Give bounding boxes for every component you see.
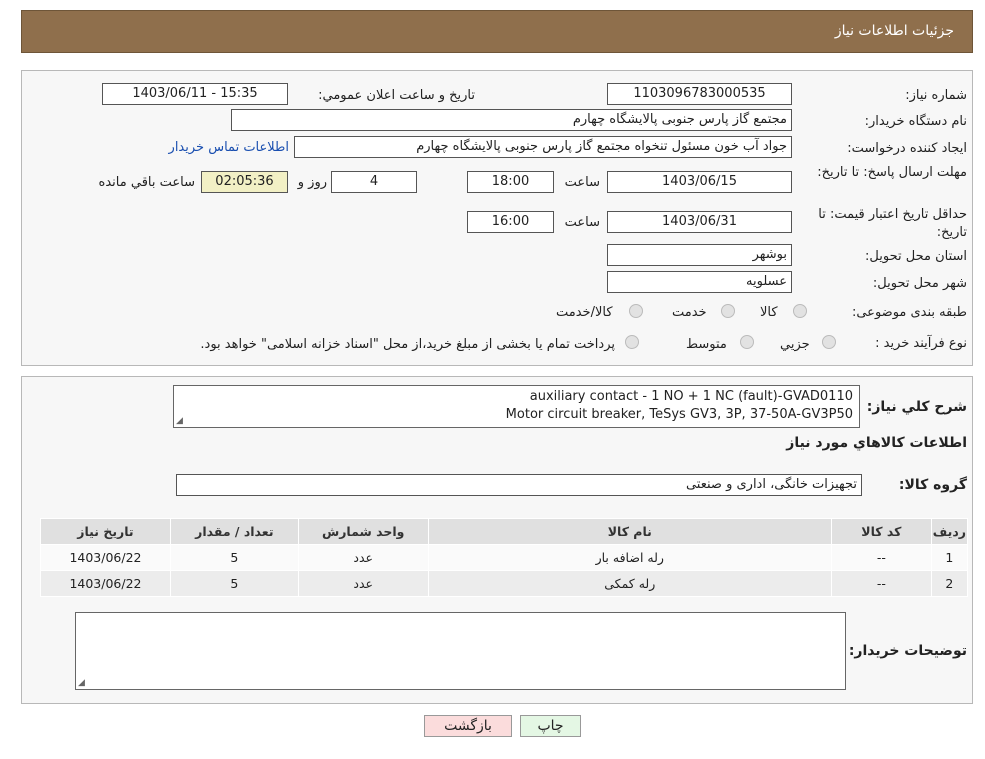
requester-label: ايجاد کننده درخواست:	[847, 141, 967, 156]
items-table: رديف کد کالا نام کالا واحد شمارش تعداد /…	[40, 518, 969, 597]
cell-quantity: 5	[169, 544, 299, 571]
payment-note: پرداخت تمام یا بخشی از مبلغ خرید،از محل …	[200, 337, 615, 352]
cell-name: رله کمکی	[427, 570, 832, 597]
category-radio-goods[interactable]	[793, 304, 807, 318]
need-number-field: 1103096783000535	[607, 83, 792, 105]
cell-date: 1403/06/22	[40, 544, 171, 571]
goods-group-label: گروه کالا:	[898, 477, 967, 493]
table-row: 1 -- رله اضافه بار عدد 5 1403/06/22	[40, 544, 969, 571]
announce-field: 1403/06/11 - 15:35	[102, 83, 288, 105]
category-label: طبقه بندی موضوعی:	[851, 305, 967, 320]
table-header-row: رديف کد کالا نام کالا واحد شمارش تعداد /…	[40, 518, 969, 545]
deadline-time-label: ساعت	[564, 175, 600, 190]
contact-info-link[interactable]: اطلاعات تماس خريدار	[169, 140, 289, 155]
col-header-date: تاريخ نياز	[40, 518, 171, 545]
category-option-service: خدمت	[672, 305, 707, 320]
col-header-unit: واحد شمارش	[297, 518, 429, 545]
city-label: شهر محل تحویل:	[872, 276, 967, 291]
summary-line-1: auxiliary contact - 1 NO + 1 NC (fault)-…	[529, 389, 853, 404]
table-row: 2 -- رله کمکی عدد 5 1403/06/22	[40, 570, 969, 597]
cell-unit: عدد	[297, 570, 429, 597]
need-number-label: شماره نیاز:	[905, 88, 967, 103]
resize-grip-icon[interactable]: ◢	[176, 417, 184, 426]
validity-time-label: ساعت	[564, 215, 600, 230]
buyer-org-field: مجتمع گاز پارس جنوبی پالایشگاه چهارم	[231, 109, 792, 131]
back-button[interactable]: بازگشت	[424, 715, 512, 737]
remaining-label: ساعت باقي مانده	[98, 175, 195, 190]
process-radio-medium[interactable]	[740, 335, 754, 349]
cell-code: --	[830, 544, 932, 571]
requester-field: جواد آب خون مسئول تنخواه مجتمع گاز پارس …	[294, 136, 792, 158]
cell-unit: عدد	[297, 544, 429, 571]
deadline-time-field: 18:00	[467, 171, 554, 193]
summary-line-2: Motor circuit breaker, TeSys GV3, 3P, 37…	[505, 407, 853, 422]
validity-date-field: 1403/06/31	[607, 211, 792, 233]
col-header-row-number: رديف	[930, 518, 969, 545]
notes-resize-grip-icon[interactable]: ◢	[78, 679, 86, 688]
process-label: نوع فرآیند خرید :	[875, 336, 967, 351]
cell-date: 1403/06/22	[40, 570, 171, 597]
print-button[interactable]: چاپ	[520, 715, 581, 737]
category-option-goods-service: کالا/خدمت	[556, 305, 613, 320]
buyer-org-label: نام دستگاه خريدار:	[864, 114, 967, 129]
validity-time-field: 16:00	[467, 211, 554, 233]
process-option-minor: جزيي	[780, 337, 810, 352]
province-field: بوشهر	[607, 244, 792, 266]
buyer-notes-label: توضيحات خريدار:	[848, 643, 967, 659]
col-header-name: نام کالا	[427, 518, 832, 545]
cell-name: رله اضافه بار	[427, 544, 832, 571]
province-label: استان محل تحویل:	[865, 249, 967, 264]
category-option-goods: کالا	[760, 305, 778, 320]
validity-label: حداقل تاريخ اعتبار قيمت: تا تاريخ:	[818, 207, 967, 240]
city-field: عسلویه	[607, 271, 792, 293]
deadline-date-field: 1403/06/15	[607, 171, 792, 193]
cell-row-number: 2	[930, 570, 969, 597]
page-header: جزئیات اطلاعات نیاز	[21, 10, 973, 53]
days-label: روز و	[297, 175, 327, 190]
col-header-quantity: تعداد / مقدار	[169, 518, 299, 545]
remaining-time-field: 02:05:36	[201, 171, 288, 193]
summary-textarea[interactable]: auxiliary contact - 1 NO + 1 NC (fault)-…	[173, 385, 860, 428]
deadline-label: مهلت ارسال پاسخ: تا تاریخ:	[817, 165, 967, 180]
announce-label: تاریخ و ساعت اعلان عمومي:	[318, 88, 475, 103]
goods-info-title: اطلاعات کالاهاي مورد نياز	[786, 435, 967, 451]
buyer-notes-textarea[interactable]	[75, 612, 846, 690]
cell-row-number: 1	[930, 544, 969, 571]
col-header-code: کد کالا	[830, 518, 932, 545]
category-radio-service[interactable]	[721, 304, 735, 318]
cell-code: --	[830, 570, 932, 597]
category-radio-goods-service[interactable]	[629, 304, 643, 318]
page-title: جزئیات اطلاعات نیاز	[834, 23, 954, 39]
summary-label: شرح کلي نياز:	[866, 399, 967, 415]
process-option-medium: متوسط	[686, 337, 727, 352]
goods-group-field: تجهیزات خانگی، اداری و صنعتی	[176, 474, 862, 496]
cell-quantity: 5	[169, 570, 299, 597]
process-radio-minor[interactable]	[822, 335, 836, 349]
days-field: 4	[331, 171, 417, 193]
payment-checkbox[interactable]	[625, 335, 639, 349]
